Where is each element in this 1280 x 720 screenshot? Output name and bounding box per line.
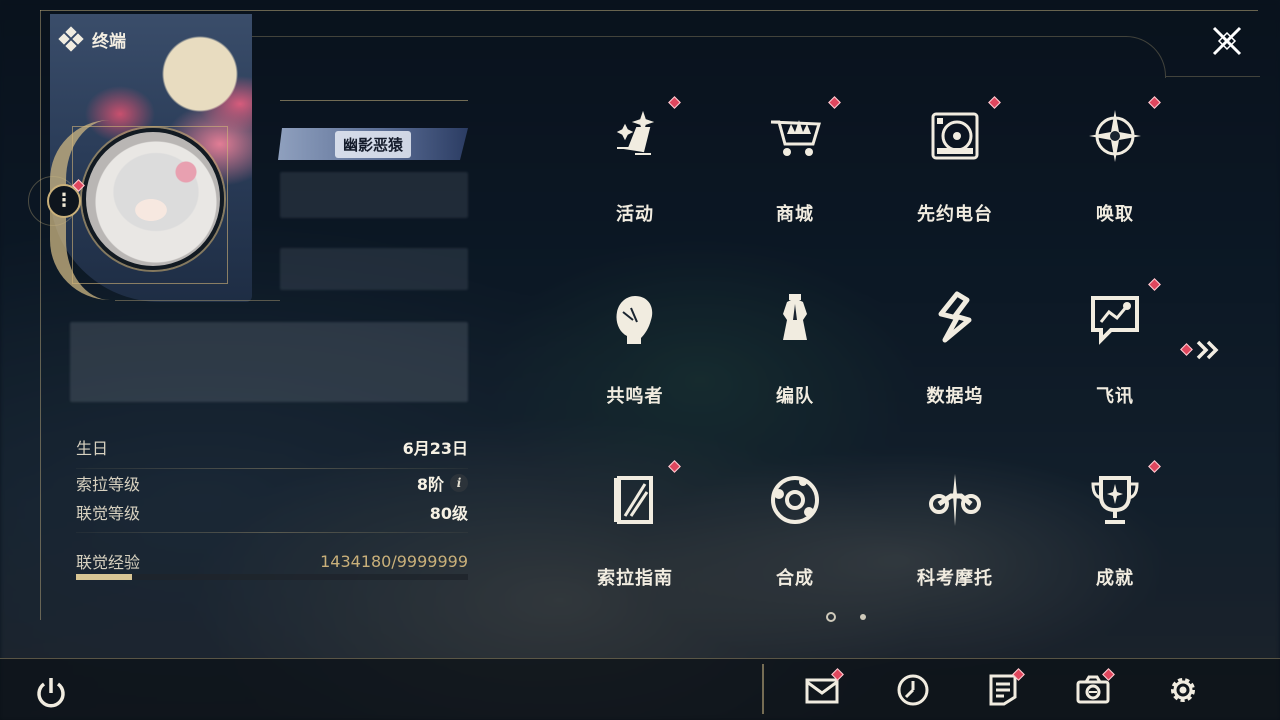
stat-divider [76,468,468,469]
menu-item-label: 商城 [776,204,814,225]
menu-item-radio[interactable]: 先约电台 [875,86,1035,268]
union-level-label: 联觉等级 [76,504,141,523]
union-exp-value: 1434180/9999999 [320,551,468,571]
menu-item-label: 索拉指南 [597,568,673,589]
avatar[interactable] [82,128,224,270]
badge-dot [1148,278,1161,291]
menu-item-activity[interactable]: 活动 [555,86,715,268]
sola-level-value-group: 8阶 i [417,471,468,495]
sola-level-label: 索拉等级 [76,475,141,494]
profile-separator [115,300,280,301]
union-exp-bar [76,574,468,580]
clock-icon [897,674,929,706]
menu-item-label: 合成 [776,568,814,589]
menu-item-achievements[interactable]: 成就 [1035,450,1195,632]
menu-item-convene[interactable]: 唤取 [1035,86,1195,268]
settings-gear-icon [1171,678,1195,702]
toolbar-separator [762,664,764,714]
stat-union-exp: 联觉经验 1434180/9999999 [76,548,468,574]
compass-star-icon [1083,104,1147,168]
nickname-badge: 幽影恶猿 [278,128,468,160]
chess-pieces-icon [763,286,827,350]
page-dot[interactable] [860,614,866,620]
menu-item-label: 先约电台 [917,204,993,225]
menu-item-label: 飞讯 [1096,386,1134,407]
next-page-button[interactable] [1180,336,1228,364]
frame-curve [200,36,1166,78]
four-diamond-icon [58,26,84,52]
badge-dot [1148,96,1161,109]
nickname-badge-text: 幽影恶猿 [335,131,411,158]
menu-item-label: 共鸣者 [606,386,664,407]
frame-top-line [40,10,1258,11]
badge-dot [668,96,681,109]
feature-grid: 活动 商城 先约电台 唤取 共鸣者 编队 数据坞 飞讯 索拉指南 合成 科考摩托… [555,86,1195,632]
menu-item-sola-guide[interactable]: 索拉指南 [555,450,715,632]
sparkle-flag-icon [603,104,667,168]
character-head-icon [603,286,667,350]
badge-dot [828,96,841,109]
union-exp-bar-fill [76,574,133,580]
menu-item-label: 数据坞 [926,386,984,407]
camera-button[interactable] [1073,668,1115,710]
power-icon [37,678,65,708]
name-divider [280,100,468,101]
menu-item-label: 科考摩托 [917,568,993,589]
badge-dot [668,460,681,473]
menu-item-data-dock[interactable]: 数据坞 [875,268,1035,450]
trophy-icon [1083,468,1147,532]
menu-item-label: 唤取 [1096,204,1134,225]
page-indicator [826,612,866,622]
menu-item-label: 活动 [616,204,654,225]
union-exp-label: 联觉经验 [76,553,141,572]
notice-button[interactable] [983,668,1025,710]
data-dock-icon [923,286,987,350]
page-title: 终端 [92,31,126,52]
radio-disc-icon [923,104,987,168]
close-button[interactable] [1208,22,1246,60]
stat-sola-level: 索拉等级 8阶 i [76,470,468,496]
menu-item-label: 编队 [776,386,814,407]
menu-item-team[interactable]: 编队 [715,268,875,450]
blurred-uid [280,248,468,290]
birthday-label: 生日 [76,439,109,458]
guide-book-icon [603,468,667,532]
badge-dot [988,96,1001,109]
close-icon [1212,26,1242,56]
menu-item-synthesis[interactable]: 合成 [715,450,875,632]
menu-item-shop[interactable]: 商城 [715,86,875,268]
sola-level-value: 8阶 [416,475,444,494]
menu-item-motorcycle[interactable]: 科考摩托 [875,450,1035,632]
mail-button[interactable] [802,668,844,710]
frame-right-line [1166,76,1260,77]
power-button[interactable] [32,674,70,712]
more-vertical-icon: ⋮ [55,190,73,211]
settings-button[interactable] [1163,670,1203,710]
menu-item-label: 成就 [1096,568,1134,589]
frame-left-line [40,10,41,620]
stat-divider [76,532,468,533]
menu-item-resonators[interactable]: 共鸣者 [555,268,715,450]
page-header: 终端 [58,26,126,52]
double-chevron-right-icon [1196,340,1219,360]
clock-button[interactable] [893,670,933,710]
stat-birthday: 生日 6月23日 [76,434,468,460]
chat-bubble-icon [1083,286,1147,350]
union-level-value: 80级 [429,504,468,523]
info-icon[interactable]: i [450,474,468,492]
menu-item-messages[interactable]: 飞讯 [1035,268,1195,450]
birthday-value: 6月23日 [402,439,468,458]
stat-union-level: 联觉等级 80级 [76,499,468,525]
page-dot-active[interactable] [826,612,836,622]
blurred-name [280,172,468,218]
synthesis-orbit-icon [763,468,827,532]
blurred-signature[interactable] [70,322,468,402]
crown-cart-icon [763,104,827,168]
motorcycle-icon [923,468,987,532]
badge-dot [1148,460,1161,473]
